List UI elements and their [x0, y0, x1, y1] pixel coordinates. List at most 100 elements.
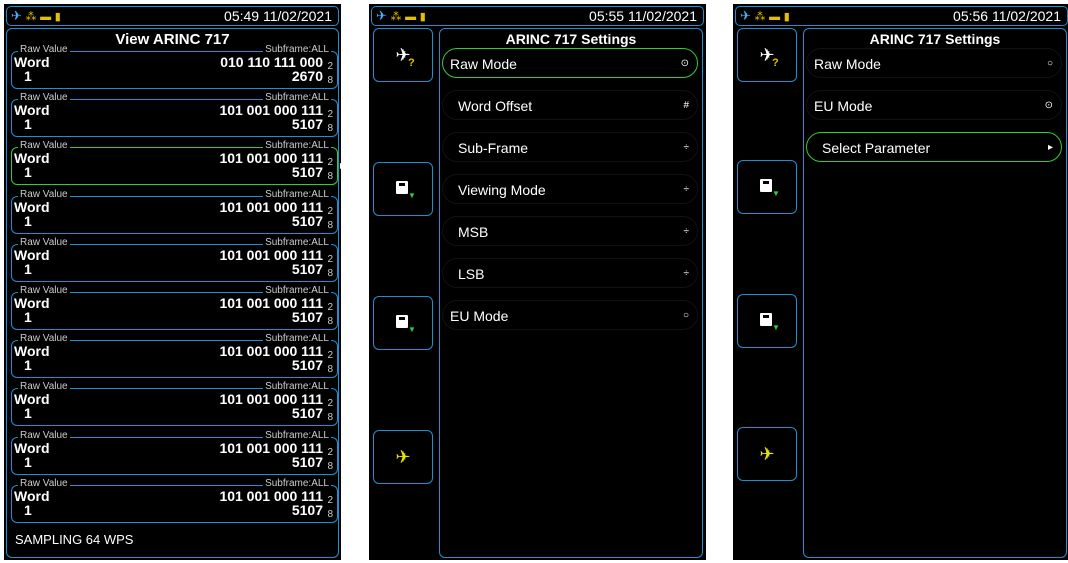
setting-item-raw-mode[interactable]: Raw Mode ○: [806, 48, 1062, 78]
octal-base: 8: [327, 316, 333, 327]
page-title: ARINC 717 Settings: [505, 31, 637, 47]
word-row[interactable]: Raw Value Subframe:ALL Word 1 101 001 000 11…: [11, 92, 338, 138]
airplane-button[interactable]: ✈: [737, 427, 797, 481]
airplane-help-icon: ✈: [759, 45, 775, 65]
sampling-rate: SAMPLING 64 WPS: [15, 532, 134, 547]
airplane-icon: ✈: [759, 444, 775, 464]
setting-item-eu-mode[interactable]: EU Mode ⊙: [806, 90, 1062, 120]
word-number: 1: [24, 116, 32, 133]
setting-item-sub-frame[interactable]: Sub-Frame ÷: [442, 132, 698, 162]
page-title: ARINC 717 Settings: [869, 31, 1001, 47]
word-number: 1: [24, 164, 32, 181]
octal-value: 5107: [291, 116, 323, 133]
octal-value: 5107: [291, 260, 323, 277]
octal-value: 5107: [291, 164, 323, 181]
word-row[interactable]: Raw Value Subframe:ALL Word 1 101 001 000 11…: [11, 381, 338, 427]
word-row[interactable]: Raw Value Subframe:ALL Word 1 101 001 000 11…: [11, 429, 338, 475]
word-number: 1: [24, 501, 32, 518]
word-label: Word: [14, 343, 50, 360]
airplane-help-button[interactable]: ✈?: [737, 28, 797, 82]
power-plug-icon: ▬: [405, 11, 417, 23]
caret-right-icon: ▶: [339, 161, 346, 171]
octal-value: 5107: [291, 357, 323, 374]
setting-indicator-icon: ÷: [683, 268, 690, 279]
power-plug-icon: ▬: [40, 11, 52, 23]
status-bar: ✈ ⁂ ▬ ▮ 05:55 11/02/2021: [371, 6, 704, 26]
octal-base: 8: [327, 460, 333, 472]
setting-item-word-offset[interactable]: Word Offset #: [442, 90, 698, 120]
status-bar: ✈ ⁂ ▬ ▮ 05:56 11/02/2021: [735, 6, 1068, 26]
word-number: 1: [24, 260, 32, 277]
settings-menu: ARINC 717 Settings Raw Mode ○ EU Mode ⊙ Sele…: [803, 28, 1067, 558]
octal-value: 5107: [291, 501, 323, 518]
battery-icon: ▮: [419, 11, 426, 23]
binary-value: 101 001 000 111: [219, 102, 323, 119]
setting-item-raw-mode[interactable]: Raw Mode ⊙: [442, 48, 698, 78]
save-button[interactable]: ▼: [737, 294, 797, 348]
settings-screen-eu: ✈ ⁂ ▬ ▮ 05:56 11/02/2021 ✈? ▼ ▼ ✈ ARINC …: [733, 4, 1068, 560]
status-time: 05:55 11/02/2021: [589, 8, 697, 24]
airplane-help-icon: ✈: [395, 45, 411, 65]
binary-value: 101 001 000 111: [219, 439, 323, 456]
save-icon: [396, 181, 408, 194]
setting-item-select-parameter[interactable]: Select Parameter ▸: [806, 132, 1062, 162]
save-button[interactable]: ▼: [373, 162, 433, 216]
binary-value: 101 001 000 111: [219, 246, 323, 263]
setting-indicator-icon: ÷: [683, 226, 690, 237]
word-label: Word: [14, 246, 50, 263]
binary-value: 101 001 000 111: [219, 295, 323, 311]
airplane-icon: ✈: [395, 447, 411, 467]
binary-value: 101 001 000 111: [219, 343, 323, 360]
word-number: 1: [24, 453, 32, 470]
setting-item-viewing-mode[interactable]: Viewing Mode ÷: [442, 174, 698, 204]
setting-label: Word Offset: [458, 98, 533, 114]
octal-value: 5107: [291, 405, 323, 422]
word-row[interactable]: Raw Value Subframe:ALL Word 1 101 001 000 11…: [11, 477, 338, 523]
binary-base: 2: [327, 61, 333, 72]
binary-value: 010 110 111 000: [220, 54, 323, 70]
word-row[interactable]: Raw Value Subframe:ALL Word 1 101 001 000 11…: [11, 333, 338, 379]
word-label: Word: [14, 198, 50, 215]
save-button[interactable]: ▼: [737, 160, 797, 214]
setting-indicator-icon: ⊙: [1044, 100, 1053, 111]
word-row[interactable]: Raw Value Subframe:ALL Word 1 010 110 111 00…: [11, 44, 338, 89]
octal-value: 5107: [291, 453, 323, 470]
word-label: Word: [14, 102, 50, 119]
octal-base: 8: [327, 364, 333, 376]
octal-value: 2670: [291, 68, 323, 84]
airplane-icon: ✈: [376, 8, 387, 23]
network-icon: ⁂: [390, 11, 402, 23]
word-row[interactable]: Raw Value Subframe:ALL Word 1 101 001 000 11…: [11, 236, 338, 282]
save-icon: [396, 315, 408, 328]
binary-base: 2: [327, 109, 333, 121]
octal-base: 8: [327, 267, 333, 279]
settings-screen-raw: ✈ ⁂ ▬ ▮ 05:55 11/02/2021 ✈? ▼ ▼ ✈ ARINC …: [369, 4, 706, 560]
word-number: 1: [24, 212, 32, 229]
airplane-help-button[interactable]: ✈?: [373, 28, 433, 82]
word-label: Word: [14, 391, 50, 408]
setting-indicator-icon: ○: [682, 310, 689, 321]
word-number: 1: [24, 309, 32, 325]
word-row[interactable]: Raw Value Subframe:ALL Word 1 101 001 000 11…: [11, 140, 346, 186]
setting-label: EU Mode: [814, 98, 873, 114]
word-row[interactable]: Raw Value Subframe:ALL Word 1 101 001 000 11…: [11, 285, 338, 330]
setting-item-msb[interactable]: MSB ÷: [442, 216, 698, 246]
status-time: 05:56 11/02/2021: [953, 8, 1061, 24]
setting-indicator-icon: #: [683, 100, 689, 111]
network-icon: ⁂: [25, 11, 37, 23]
word-label: Word: [14, 439, 50, 456]
word-row[interactable]: Raw Value Subframe:ALL Word 1 101 001 000 11…: [11, 188, 338, 234]
binary-value: 101 001 000 111: [219, 150, 323, 167]
setting-item-lsb[interactable]: LSB ÷: [442, 258, 698, 288]
setting-item-eu-mode[interactable]: EU Mode ○: [442, 300, 698, 330]
power-plug-icon: ▬: [769, 11, 781, 23]
octal-base: 8: [327, 171, 333, 183]
airplane-button[interactable]: ✈: [373, 430, 433, 484]
binary-base: 2: [327, 494, 333, 506]
save-icon: [760, 179, 772, 192]
binary-base: 2: [327, 398, 333, 410]
octal-value: 5107: [291, 212, 323, 229]
save-button[interactable]: ▼: [373, 296, 433, 350]
binary-base: 2: [327, 253, 333, 265]
word-label: Word: [14, 54, 50, 70]
